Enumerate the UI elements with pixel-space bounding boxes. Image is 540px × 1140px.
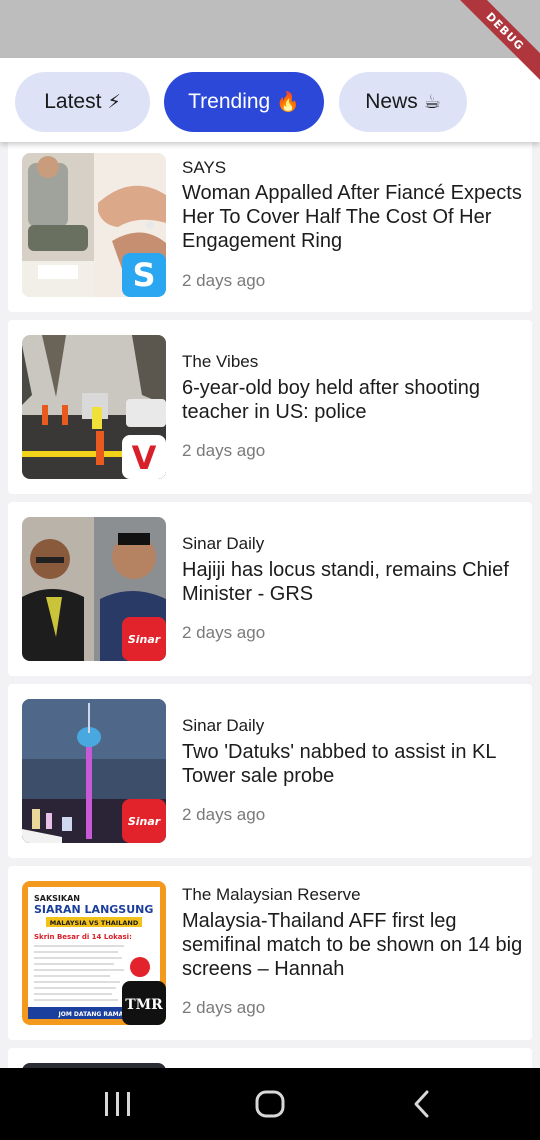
tab-trending-label: Trending — [188, 90, 271, 113]
article-thumbnail: V — [22, 335, 166, 479]
coffee-icon: ☕ — [423, 91, 441, 113]
back-icon — [414, 1090, 429, 1118]
tab-news[interactable]: News ☕ — [339, 72, 467, 132]
fire-icon: 🔥 — [276, 92, 300, 113]
poster-footer: JOM DATANG RAMAI — [58, 1011, 126, 1018]
article-title[interactable]: 6-year-old boy held after shooting teach… — [182, 376, 527, 424]
article-time: 2 days ago — [182, 805, 266, 824]
article-card[interactable]: SAKSIKAN SIARAN LANGSUNG MALAYSIA VS THA… — [8, 866, 532, 1040]
status-bar — [0, 0, 540, 58]
recent-apps-button[interactable] — [88, 1086, 148, 1122]
home-button[interactable] — [240, 1086, 300, 1122]
vibes-logo-icon: V — [122, 435, 166, 479]
badge-text: V — [132, 439, 157, 477]
recent-apps-icon — [105, 1092, 130, 1116]
article-title[interactable]: Malaysia-Thailand AFF first leg semifina… — [182, 909, 527, 981]
home-icon — [255, 1090, 285, 1118]
article-card[interactable]: V The Vibes 6-year-old boy held after sh… — [8, 320, 532, 494]
article-thumbnail: Sinar — [22, 699, 166, 843]
article-feed[interactable]: S SAYS Woman Appalled After Fiancé Expec… — [0, 142, 540, 1068]
article-time: 2 days ago — [182, 271, 266, 290]
poster-heading1: SAKSIKAN — [34, 894, 80, 903]
category-tab-bar: Latest ⚡ Trending 🔥 News ☕ — [0, 58, 540, 142]
article-source: Sinar Daily — [182, 534, 265, 553]
article-card[interactable] — [8, 1048, 532, 1068]
article-title[interactable]: Hajiji has locus standi, remains Chief M… — [182, 558, 527, 606]
article-card[interactable]: S SAYS Woman Appalled After Fiancé Expec… — [8, 142, 532, 312]
back-button[interactable] — [392, 1086, 452, 1122]
badge-text: Sinar — [128, 633, 161, 646]
system-navigation-bar — [0, 1068, 540, 1140]
tab-latest[interactable]: Latest ⚡ — [15, 72, 150, 132]
article-thumbnail: SAKSIKAN SIARAN LANGSUNG MALAYSIA VS THA… — [22, 881, 166, 1025]
badge-text: S — [132, 256, 155, 294]
says-logo-icon: S — [122, 253, 166, 297]
tab-latest-label: Latest — [44, 90, 102, 113]
article-time: 2 days ago — [182, 623, 266, 642]
poster-screens: Skrin Besar di 14 Lokasi: — [34, 933, 132, 941]
badge-text: Sinar — [128, 815, 161, 828]
article-card[interactable]: Sinar Sinar Daily Hajiji has locus stand… — [8, 502, 532, 676]
poster-teams: MALAYSIA VS THAILAND — [50, 919, 139, 927]
article-source: Sinar Daily — [182, 716, 265, 735]
article-thumbnail: Sinar — [22, 517, 166, 661]
article-title[interactable]: Two 'Datuks' nabbed to assist in KL Towe… — [182, 740, 527, 788]
lightning-icon: ⚡ — [107, 91, 121, 113]
article-title[interactable]: Woman Appalled After Fiancé Expects Her … — [182, 181, 527, 253]
sinar-logo-icon: Sinar — [122, 799, 166, 843]
article-time: 2 days ago — [182, 998, 266, 1017]
article-source: The Malaysian Reserve — [182, 885, 361, 904]
sinar-logo-icon: Sinar — [122, 617, 166, 661]
poster-heading2: SIARAN LANGSUNG — [34, 903, 153, 916]
article-source: The Vibes — [182, 352, 259, 371]
badge-text: TMR — [125, 997, 163, 1013]
article-card[interactable]: Sinar Sinar Daily Two 'Datuks' nabbed to… — [8, 684, 532, 858]
article-thumbnail: S — [22, 153, 166, 297]
tmr-logo-icon: TMR — [122, 981, 166, 1025]
tab-news-label: News — [365, 90, 418, 113]
article-time: 2 days ago — [182, 441, 266, 460]
tab-trending[interactable]: Trending 🔥 — [164, 72, 324, 132]
article-source: SAYS — [182, 158, 227, 177]
